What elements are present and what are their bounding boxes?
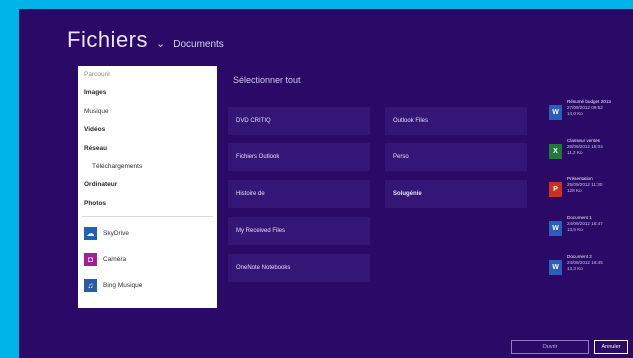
cloud-icon: ☁ [84,226,97,240]
dropdown-divider [82,216,213,218]
word-doc-icon: W [549,221,562,236]
folder-tile[interactable]: Histoire de [228,180,370,208]
folder-label: DVD CRITIQ [236,118,271,124]
dropdown-item[interactable]: Images [78,84,217,102]
file-size: 14,0 Ko [567,111,583,116]
folder-label: Outlook Files [393,118,429,124]
camera-icon: ◘ [84,252,97,266]
file-item[interactable]: X Classeur ventes 26/09/2012 18:04 11,2 … [549,138,633,166]
folder-tile[interactable]: Outlook Files [385,107,527,135]
file-details: Présentation 25/09/2012 11:30 128 Ko [567,176,602,194]
dropdown-item[interactable]: Ordinateur [78,176,217,194]
picker-header: Fichiers ⌄ Documents [67,27,224,53]
select-all-link[interactable]: Sélectionner tout [233,75,301,85]
dropdown-item[interactable]: Vidéos [78,121,217,139]
powerpoint-doc-icon: P [549,182,562,197]
folder-label: Perso [393,154,409,160]
file-details: Document 1 24/09/2012 16:47 13,5 Ko [567,215,603,233]
cancel-button[interactable]: Annuler [594,340,628,354]
folder-tile[interactable]: Fichiers Outlook [228,143,370,171]
folder-tile[interactable]: DVD CRITIQ [228,107,370,135]
folder-tile[interactable]: My Received Files [228,217,370,245]
dropdown-app-music[interactable]: ♫ Bing Musique [78,272,217,298]
word-doc-icon: W [549,105,562,120]
file-item[interactable]: W Document 2 24/09/2012 16:45 13,3 Ko [549,254,633,282]
word-doc-icon: W [549,260,562,275]
dropdown-app-label: Caméra [103,255,127,263]
folder-label: Fichiers Outlook [236,154,280,160]
location-dropdown: Parcourir Images Musique Vidéos Réseau T… [78,66,217,308]
dropdown-app-skydrive[interactable]: ☁ SkyDrive [78,220,217,246]
dropdown-heading: Parcourir [84,71,111,78]
dropdown-locations: Images Musique Vidéos Réseau Téléchargem… [78,84,217,213]
folder-tile[interactable]: OneNote Notebooks [228,254,370,282]
file-picker-screen: Fichiers ⌄ Documents Parcourir Images Mu… [19,9,633,358]
headphones-icon: ♫ [84,278,97,292]
file-details: Document 2 24/09/2012 16:45 13,3 Ko [567,254,603,272]
current-location[interactable]: Documents [173,39,224,50]
open-button[interactable]: Ouvrir [511,340,589,354]
dropdown-app-label: SkyDrive [103,229,130,237]
file-size: 11,2 Ko [567,150,583,155]
file-details: Résumé budget 2013 27/09/2012 09:52 14,0… [567,99,611,117]
folder-label: My Received Files [236,228,286,234]
file-item[interactable]: W Document 1 24/09/2012 16:47 13,5 Ko [549,215,633,243]
dropdown-item[interactable]: Téléchargements [78,158,217,176]
dropdown-item[interactable]: Musique [78,103,217,121]
folder-label: OneNote Notebooks [236,265,291,271]
file-item[interactable]: P Présentation 25/09/2012 11:30 128 Ko [549,176,633,204]
file-size: 13,5 Ko [567,227,583,232]
folder-tile[interactable]: Perso [385,143,527,171]
chevron-down-icon[interactable]: ⌄ [156,37,165,50]
page-title: Fichiers [67,27,149,52]
dropdown-item[interactable]: Réseau [78,140,217,158]
folder-label: Histoire de [236,191,265,197]
excel-doc-icon: X [549,144,562,159]
file-item[interactable]: W Résumé budget 2013 27/09/2012 09:52 14… [549,99,633,127]
folder-label: Solugénie [393,191,422,197]
file-size: 128 Ko [567,188,582,193]
dropdown-app-label: Bing Musique [103,281,143,289]
file-details: Classeur ventes 26/09/2012 18:04 11,2 Ko [567,138,603,156]
folder-tile[interactable]: Solugénie [385,180,527,208]
file-size: 13,3 Ko [567,266,583,271]
dropdown-app-camera[interactable]: ◘ Caméra [78,246,217,272]
dropdown-item[interactable]: Photos [78,195,217,213]
